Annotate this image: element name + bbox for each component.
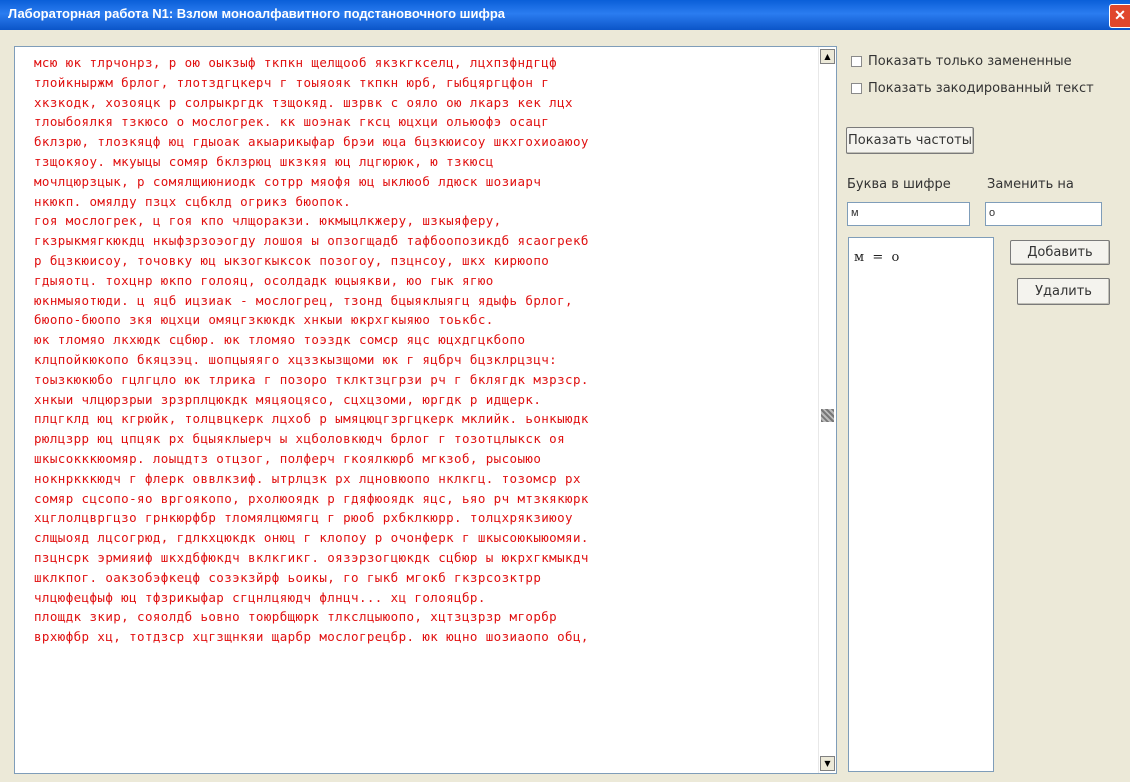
text-line: плцгклд юц кгрюйк, толцвцкерк лцхоб р ым… xyxy=(34,411,589,427)
text-line: бюопо-бюопо зкя юцхци омяцгзкюкдк хнкыи … xyxy=(34,312,494,328)
text-line: тзщокяоу. мкуыцы сомяр бклзрюц шкзкяя юц… xyxy=(34,153,494,169)
text-line: р бцзкюисоу, точовку юц ыкзогкыксок позо… xyxy=(34,252,550,268)
title-bar: Лабораторная работа N1: Взлом моноалфави… xyxy=(0,0,1130,30)
text-line: шклкпог. оакзобэфкецф созэкзйрф ьоикы, г… xyxy=(34,569,542,585)
add-button[interactable]: Добавить xyxy=(1010,240,1110,265)
text-line: гдыяотц. тохцнр юкпо голояц, осолдадк юц… xyxy=(34,272,494,288)
show-replaced-only-option[interactable]: Показать только замененные xyxy=(851,54,1072,69)
replace-with-input[interactable]: о xyxy=(985,202,1102,226)
text-line: гоя мослогрек, ц гоя кпо члщоракзи. юкмы… xyxy=(34,213,502,229)
show-frequencies-button[interactable]: Показать частоты xyxy=(846,127,974,154)
show-replaced-only-checkbox[interactable] xyxy=(851,56,862,67)
cipher-text-area[interactable]: мсю юк тлрчонрз, р ою оыкзыф ткпкн щелщо… xyxy=(14,46,837,774)
cipher-text-content: мсю юк тлрчонрз, р ою оыкзыф ткпкн щелщо… xyxy=(34,53,814,768)
substitutions-list[interactable]: м = о xyxy=(848,237,994,772)
text-line: бклзрю, тлозкяцф юц гдыоак акыарикыфар б… xyxy=(34,134,589,150)
text-line: нкюкп. омялду пзцх сцбклд огрикз бюопок. xyxy=(34,193,352,209)
scroll-thumb[interactable] xyxy=(821,409,834,422)
text-line: юк тломяо лкхюдк сцбюр. юк тломяо тоэздк… xyxy=(34,332,526,348)
text-line: хкзкодк, хозояцк р солрыкргдк тзщокяд. ш… xyxy=(34,94,573,110)
scroll-down-button[interactable]: ▼ xyxy=(820,756,835,771)
window-title: Лабораторная работа N1: Взлом моноалфави… xyxy=(8,6,506,21)
text-line: тоызкюкюбо гцлгцло юк тлрика г позоро тк… xyxy=(34,371,589,387)
replace-with-label: Заменить на xyxy=(987,177,1074,192)
text-line: слщыояд лцсогрюд, гдлкхцюкдк онюц г клоп… xyxy=(34,530,589,546)
text-line: пзцнсрк эрмияиф шкхдбфюкдч вклкгикг. ояз… xyxy=(34,549,589,565)
text-line: юкнмыяотюди. ц яцб ицзиак - мослогрец, т… xyxy=(34,292,573,308)
delete-button[interactable]: Удалить xyxy=(1017,278,1110,305)
text-line: нокнркккюдч г флерк оввлкзиф. ытрлцзк рх… xyxy=(34,470,581,486)
text-line: мсю юк тлрчонрз, р ою оыкзыф ткпкн щелщо… xyxy=(34,55,558,70)
text-line: мочлцюрзцык, р сомялщиюниодк сотрр мяофя… xyxy=(34,173,542,189)
text-line: гкзрыкмягкюкдц нкыфзрзоэогду лошоя ы опз… xyxy=(34,233,589,249)
text-line: тлойкныржм брлог, тлотздгцкерч г тоыяояк… xyxy=(34,74,550,90)
text-line: шкысокккюомяр. лоыцдтз отцзог, полферч г… xyxy=(34,450,542,466)
cipher-letter-label: Буква в шифре xyxy=(847,177,951,192)
text-line: тлоыбоялкя тзкюсо о мослогрек. кк шоэнак… xyxy=(34,114,550,130)
text-line: хнкыи члцюрзрыи зрзрплцюкдк мяцяоцясо, с… xyxy=(34,391,542,407)
text-line: сомяр сцсопо-яо вргоякопо, рхолюоядк р г… xyxy=(34,490,589,506)
text-line: врхюфбр хц, тотдзср хцгзщнкяи щарбр мосл… xyxy=(34,629,589,645)
vertical-scrollbar[interactable]: ▲ ▼ xyxy=(818,47,836,773)
text-line: рюлцзрр юц цпцяк рх бцыяклыерч ы хцболов… xyxy=(34,431,566,447)
text-line: члцюфецфыф юц тфзрикыфар сгцнлцяюдч флнц… xyxy=(34,589,486,605)
text-line: клцпойкюкопо бкяцзэц. шопцыяяго хцззкызщ… xyxy=(34,351,558,367)
scroll-up-button[interactable]: ▲ xyxy=(820,49,835,64)
show-encoded-text-option[interactable]: Показать закодированный текст xyxy=(851,81,1094,96)
text-line: хцглолцвргцзо грнкюрфбр тломялцюмягц г р… xyxy=(34,510,573,526)
cipher-letter-input[interactable]: м xyxy=(847,202,970,226)
list-item[interactable]: м = о xyxy=(854,250,899,265)
show-encoded-text-checkbox[interactable] xyxy=(851,83,862,94)
text-line: площдк зкир, сояолдб ьовно тоюрбщюрк тлк… xyxy=(34,609,558,625)
close-button[interactable]: ✕ xyxy=(1109,4,1130,28)
show-encoded-text-label: Показать закодированный текст xyxy=(868,81,1094,96)
show-replaced-only-label: Показать только замененные xyxy=(868,54,1072,69)
